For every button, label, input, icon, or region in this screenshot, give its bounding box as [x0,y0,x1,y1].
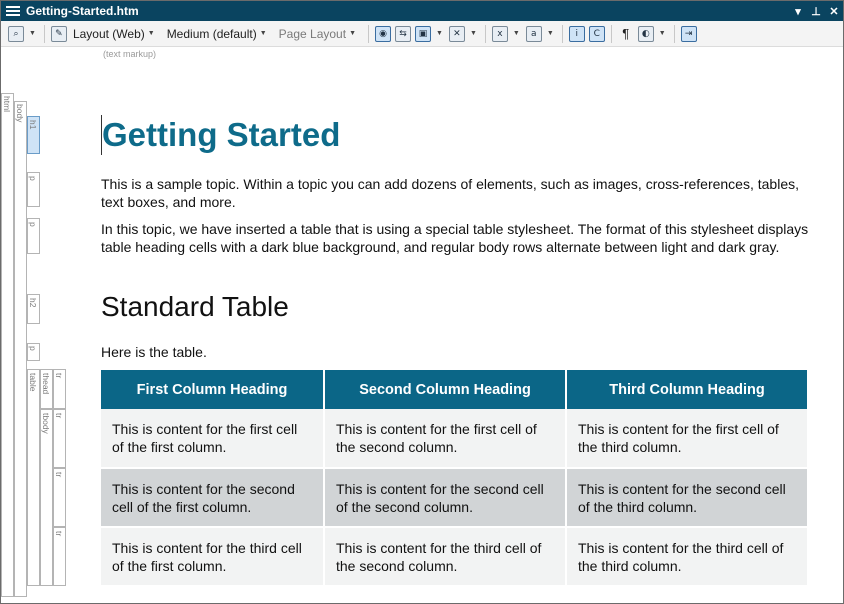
table-row: This is content for the third cell of th… [101,527,807,587]
table-header-cell[interactable]: Second Column Heading [324,370,567,409]
export-button[interactable]: ⇥ [680,24,698,44]
table-cell[interactable]: This is content for the first cell of th… [101,409,325,469]
chevron-down-icon[interactable]: ▼ [436,30,443,37]
insert-text-button[interactable]: a [525,24,543,44]
pilcrow-icon: ¶ [622,26,630,41]
structure-bar-html[interactable] [1,93,14,597]
structure-label-h2: h2 [28,298,38,308]
structure-label-h1: h1 [28,120,38,130]
export-icon: ⇥ [680,25,697,42]
structure-label-tr2: tr [54,472,64,478]
menu-icon[interactable] [6,6,20,16]
table-header-cell[interactable]: First Column Heading [101,370,325,409]
table-cell[interactable]: This is content for the third cell of th… [324,527,567,587]
structure-bar-table[interactable] [27,369,40,586]
table-cell[interactable]: This is content for the third cell of th… [566,527,807,587]
image-icon: ▣ [415,25,431,42]
medium-dropdown-label: Medium (default) [166,26,257,41]
insert-variable-button[interactable]: x [491,24,509,44]
tags-icon: ✎ [50,25,67,42]
structure-label-tbody: tbody [41,413,51,434]
table-row: This is content for the first cell of th… [101,409,807,469]
page-layout-dropdown-label: Page Layout [278,26,347,41]
toolbar-separator [368,24,369,43]
paragraph-description[interactable]: In this topic, we have inserted a table … [101,220,813,256]
heading-1[interactable]: Getting Started [102,116,340,154]
compare-icon: ⇆ [395,25,411,42]
toolbar-separator [561,24,563,43]
preview-icon: ◉ [375,25,391,42]
editor-toolbar: ⌕ ▼ ✎ Layout (Web) ▼ Medium (default) ▼ … [1,21,843,47]
structure-label-p3: p [28,346,38,351]
condition-icon: C [588,25,605,42]
structure-label-p1: p [28,176,38,181]
insert-condition-button[interactable]: C [588,24,606,44]
structure-bar-body[interactable] [14,101,27,597]
heading-2[interactable]: Standard Table [101,291,289,323]
insert-image-button[interactable]: ▣ [414,24,432,44]
chevron-down-icon: ▼ [147,30,155,37]
structure-label-body: body [15,104,25,123]
insert-link-button[interactable]: ✕ [448,24,466,44]
pin-icon[interactable]: ⊥ [807,5,825,18]
structure-label-table: table [28,373,38,392]
preview-button[interactable]: ◉ [374,24,392,44]
medium-dropdown[interactable]: Medium (default) ▼ [163,27,275,41]
table-header-row: First Column Heading Second Column Headi… [101,370,807,409]
table-cell[interactable]: This is content for the second cell of t… [566,468,807,528]
table-cell[interactable]: This is content for the first cell of th… [566,409,807,469]
layout-dropdown-label: Layout (Web) [72,26,145,41]
eye-icon: ◐ [637,25,654,42]
show-marks-button[interactable]: ¶ [617,24,635,44]
title-bar: Getting-Started.htm ▾ ⊥ ✕ [1,1,843,21]
link-icon: ✕ [448,25,465,42]
window-dropdown-icon[interactable]: ▾ [789,5,807,18]
view-mode-button[interactable]: ◐ [637,24,655,44]
window-title: Getting-Started.htm [26,4,139,18]
structure-label-html: html [2,96,12,113]
chevron-down-icon[interactable]: ▼ [547,30,554,37]
structure-label-thead: thead [41,373,51,395]
structure-label-tr-head: tr [54,373,64,379]
chevron-down-icon: ▼ [259,30,267,37]
paragraph-table-intro[interactable]: Here is the table. [101,343,813,361]
table-cell[interactable]: This is content for the first cell of th… [324,409,567,469]
toolbar-separator [673,24,675,43]
editor-window: Getting-Started.htm ▾ ⊥ ✕ ⌕ ▼ ✎ Layout (… [0,0,844,604]
table-cell[interactable]: This is content for the second cell of t… [101,468,325,528]
toolbar-separator [43,24,45,43]
zoom-button[interactable]: ⌕ [7,24,25,44]
table-cell[interactable]: This is content for the third cell of th… [101,527,325,587]
paragraph-intro[interactable]: This is a sample topic. Within a topic y… [101,175,813,211]
structure-label-tr3: tr [54,531,64,537]
markup-label: (text markup) [103,49,157,59]
chevron-down-icon[interactable]: ▼ [513,30,520,37]
toolbar-separator [484,24,486,43]
close-icon[interactable]: ✕ [825,5,843,18]
standard-table[interactable]: First Column Heading Second Column Headi… [101,370,807,587]
structure-bar-tbody[interactable] [40,409,53,586]
layout-dropdown[interactable]: Layout (Web) ▼ [69,27,163,41]
insert-italic-button[interactable]: i [568,24,586,44]
chevron-down-icon[interactable]: ▼ [659,30,666,37]
page-layout-dropdown[interactable]: Page Layout ▼ [275,27,364,41]
text-icon: a [525,25,542,42]
structure-label-tr1: tr [54,413,64,419]
info-icon: i [568,25,585,42]
table-cell[interactable]: This is content for the second cell of t… [324,468,567,528]
toolbar-separator [610,24,612,43]
chevron-down-icon[interactable]: ▼ [470,30,477,37]
variable-icon: x [491,25,508,42]
structure-label-p2: p [28,222,38,227]
chevron-down-icon[interactable]: ▼ [29,30,36,37]
compare-button[interactable]: ⇆ [394,24,412,44]
table-header-cell[interactable]: Third Column Heading [566,370,807,409]
chevron-down-icon: ▼ [349,30,356,37]
table-row: This is content for the second cell of t… [101,468,807,528]
show-tags-button[interactable]: ✎ [50,24,68,44]
zoom-icon: ⌕ [8,25,24,42]
